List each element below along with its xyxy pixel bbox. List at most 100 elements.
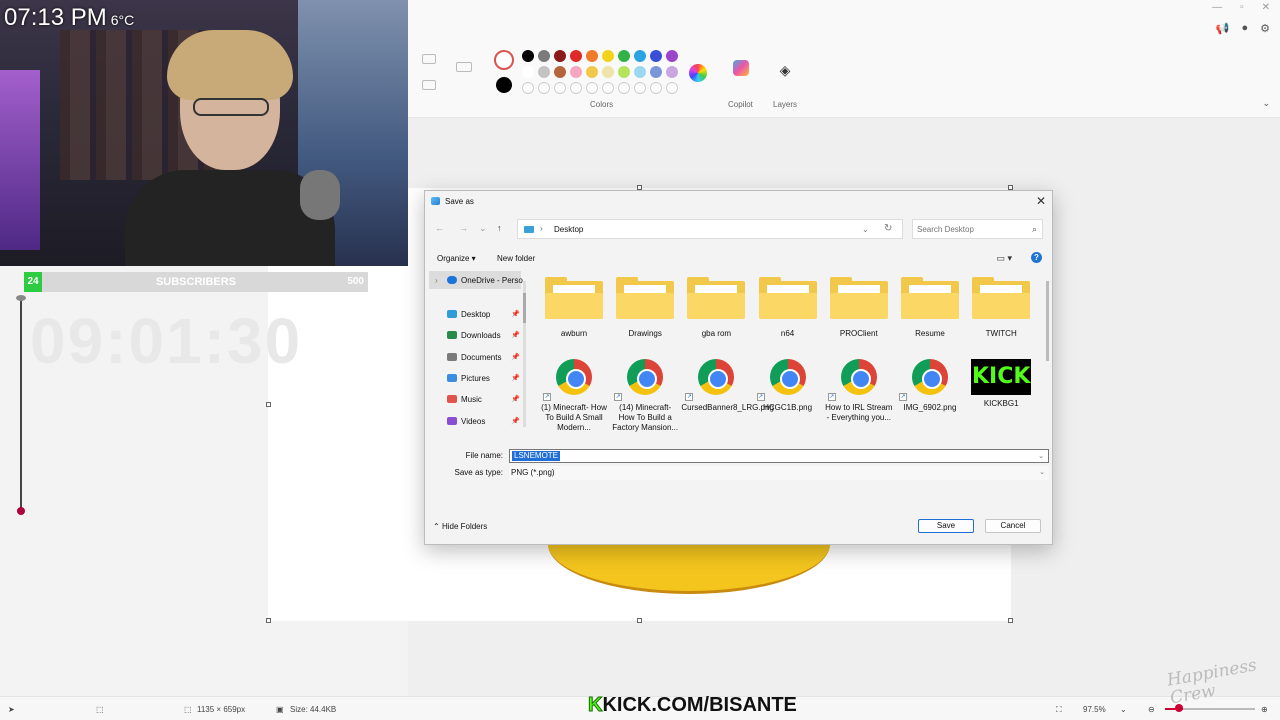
custom-color-slot[interactable] (522, 82, 534, 94)
sidebar-item-downloads[interactable]: Downloads 📌 (429, 326, 521, 344)
resize-handle[interactable] (1008, 618, 1013, 623)
color-swatch[interactable] (618, 66, 630, 78)
custom-color-slot[interactable] (602, 82, 614, 94)
zoom-level[interactable]: 97.5% (1083, 705, 1106, 714)
folder-item[interactable]: n64 (753, 277, 823, 339)
color-swatch[interactable] (570, 66, 582, 78)
color-swatch[interactable] (586, 66, 598, 78)
layers-icon[interactable]: ◈ (777, 62, 793, 78)
sidebar-item-videos[interactable]: Videos 📌 (429, 412, 521, 430)
color-swatch[interactable] (570, 50, 582, 62)
custom-color-slot[interactable] (570, 82, 582, 94)
address-bar[interactable]: › Desktop ⌄ ↻ (517, 219, 903, 239)
color-primary-ring[interactable] (494, 50, 514, 70)
file-scrollbar[interactable] (1046, 281, 1049, 361)
chevron-right-icon[interactable]: › (540, 224, 543, 233)
search-box[interactable]: ⌕ (912, 219, 1043, 239)
color-secondary[interactable] (496, 77, 512, 93)
minimize-icon[interactable]: — (1212, 2, 1222, 13)
folder-item[interactable]: Drawings (610, 277, 680, 339)
maximize-icon[interactable]: ▫ (1240, 2, 1244, 13)
chevron-down-icon[interactable]: ⌄ (1039, 468, 1045, 476)
color-swatch[interactable] (634, 50, 646, 62)
sidebar-item-music[interactable]: Music 📌 (429, 390, 521, 408)
address-location[interactable]: Desktop (554, 225, 583, 234)
zoom-in-icon[interactable]: ⊕ (1261, 705, 1268, 714)
save-type-select[interactable]: PNG (*.png) ⌄ (509, 466, 1049, 480)
forward-icon[interactable]: → (459, 223, 468, 233)
resize-handle[interactable] (266, 618, 271, 623)
chevron-down-icon[interactable]: ⌄ (1262, 98, 1270, 109)
chevron-right-icon[interactable]: › (435, 276, 438, 285)
copilot-icon[interactable] (733, 60, 749, 76)
custom-color-slot[interactable] (666, 82, 678, 94)
gear-icon[interactable]: ⚙ (1260, 22, 1270, 35)
color-swatch[interactable] (554, 66, 566, 78)
folder-item[interactable]: TWITCH (966, 277, 1036, 339)
custom-color-slot[interactable] (618, 82, 630, 94)
file-item[interactable]: ↗ (1) Minecraft- How To Build A Small Mod… (539, 355, 609, 433)
color-swatch[interactable] (602, 66, 614, 78)
close-icon[interactable]: ✕ (1262, 2, 1270, 13)
color-swatch[interactable] (650, 66, 662, 78)
save-type-value[interactable]: PNG (*.png) (511, 468, 555, 477)
color-swatch[interactable] (666, 66, 678, 78)
file-item[interactable]: ↗ IMG_6902.png (895, 355, 965, 413)
rotate-tool-icon[interactable] (422, 80, 436, 90)
back-icon[interactable]: ← (435, 223, 444, 233)
select-tool-icon[interactable] (422, 54, 436, 64)
zoom-dropdown-icon[interactable]: ⌄ (1120, 705, 1127, 714)
fit-icon[interactable]: ⛶ (1056, 705, 1062, 715)
color-swatch[interactable] (538, 66, 550, 78)
custom-color-slot[interactable] (634, 82, 646, 94)
view-options-icon[interactable]: ▭ ▾ (996, 253, 1012, 264)
sidebar-item-onedrive[interactable]: › OneDrive - Perso (429, 271, 523, 289)
color-swatch[interactable] (602, 50, 614, 62)
folder-item[interactable]: gba rom (681, 277, 751, 339)
color-swatch[interactable] (554, 50, 566, 62)
custom-color-slot[interactable] (538, 82, 550, 94)
file-item[interactable]: KICK KICKBG1 (966, 355, 1036, 409)
sidebar-item-documents[interactable]: Documents 📌 (429, 348, 521, 366)
file-name-input[interactable]: LSNEMOTE ⌄ (509, 449, 1049, 463)
organize-button[interactable]: Organize ▾ (437, 254, 476, 263)
nav-scrollbar[interactable] (523, 281, 526, 427)
custom-color-slot[interactable] (554, 82, 566, 94)
folder-item[interactable]: PROClient (824, 277, 894, 339)
sidebar-item-pictures[interactable]: Pictures 📌 (429, 369, 521, 387)
new-folder-button[interactable]: New folder (497, 254, 535, 263)
chevron-down-icon[interactable]: ⌄ (1038, 452, 1044, 460)
color-swatch[interactable] (618, 50, 630, 62)
chevron-down-icon[interactable]: ⌄ (862, 225, 869, 234)
resize-handle[interactable] (266, 402, 271, 407)
image-tool-icon[interactable] (456, 62, 472, 72)
color-swatch[interactable] (650, 50, 662, 62)
file-item[interactable]: ↗ HCGC1B.png (753, 355, 823, 413)
color-swatch[interactable] (522, 66, 534, 78)
color-swatch[interactable] (522, 50, 534, 62)
hide-folders-button[interactable]: ⌃ Hide Folders (433, 522, 487, 531)
recent-dropdown-icon[interactable]: ⌄ (479, 223, 487, 234)
zoom-out-icon[interactable]: ⊖ (1148, 705, 1155, 714)
color-swatch[interactable] (666, 50, 678, 62)
file-item[interactable]: ↗ (14) Minecraft- How To Build a Factory … (610, 355, 680, 433)
help-icon[interactable]: ? (1031, 252, 1042, 263)
color-swatch[interactable] (586, 50, 598, 62)
share-icon[interactable]: 📢 (1216, 22, 1230, 35)
save-button[interactable]: Save (918, 519, 974, 533)
sidebar-item-desktop[interactable]: Desktop 📌 (429, 305, 521, 323)
cancel-button[interactable]: Cancel (985, 519, 1041, 533)
color-swatch[interactable] (634, 66, 646, 78)
file-name-value[interactable]: LSNEMOTE (512, 451, 561, 461)
edit-colors-icon[interactable] (689, 64, 707, 82)
color-swatch[interactable] (538, 50, 550, 62)
file-item[interactable]: ↗ How to IRL Stream - Everything you... (824, 355, 894, 423)
folder-item[interactable]: Resume (895, 277, 965, 339)
resize-handle[interactable] (637, 618, 642, 623)
custom-color-slot[interactable] (586, 82, 598, 94)
search-input[interactable] (917, 223, 1022, 236)
profile-icon[interactable]: ● (1241, 22, 1248, 35)
close-icon[interactable]: ✕ (1036, 194, 1046, 208)
refresh-icon[interactable]: ↻ (884, 223, 892, 234)
up-icon[interactable]: ↑ (497, 223, 502, 233)
